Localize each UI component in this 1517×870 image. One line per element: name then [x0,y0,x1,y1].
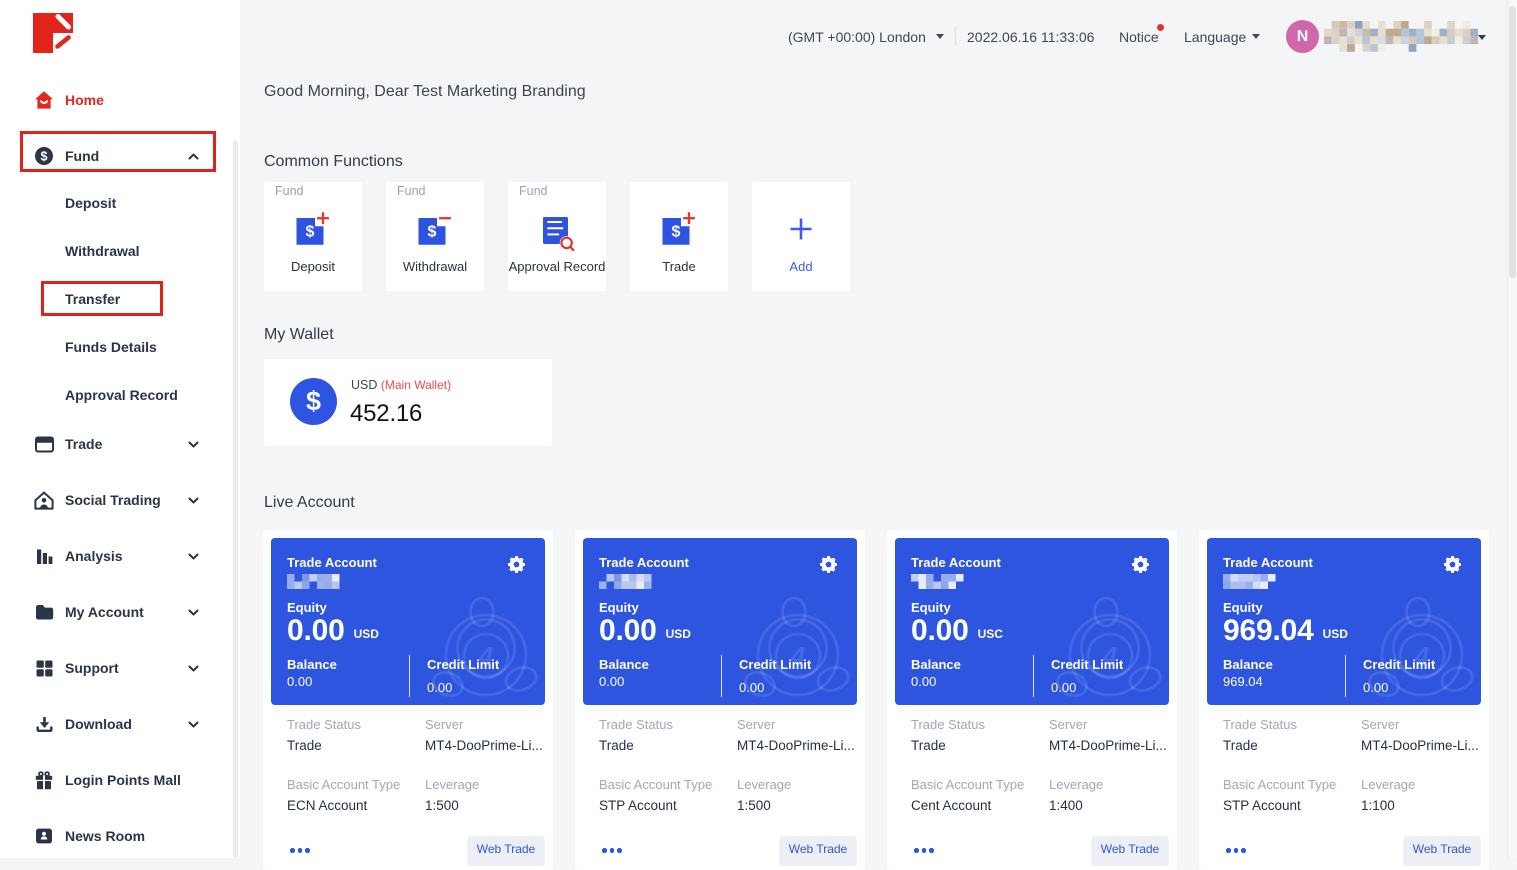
svg-text:$: $ [306,224,315,241]
svg-text:$: $ [41,149,48,163]
svg-text:$: $ [428,224,437,241]
svg-text:$: $ [672,224,681,241]
